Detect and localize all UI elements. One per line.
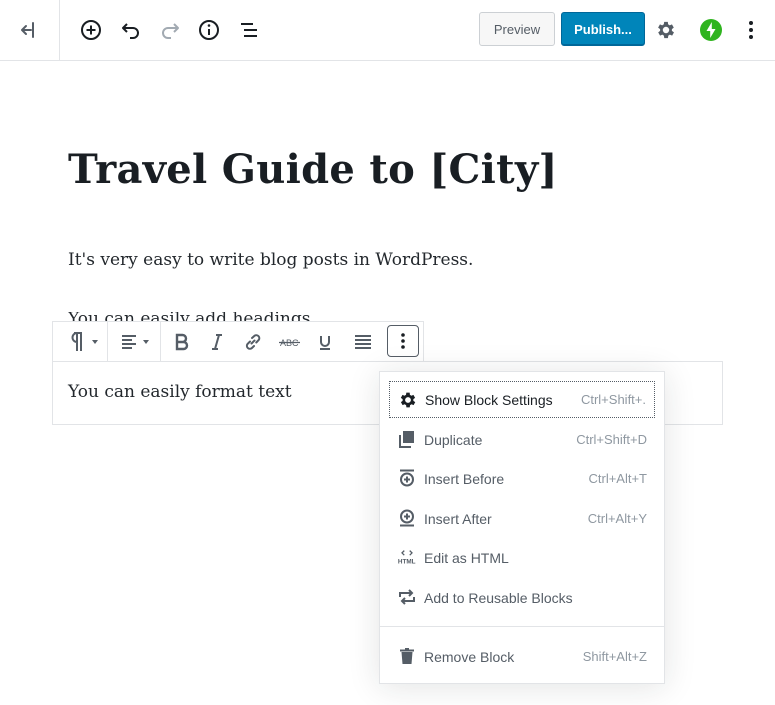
menu-item-edit-as-html[interactable]: HTML Edit as HTML: [389, 539, 655, 576]
block-settings-menu: Show Block Settings Ctrl+Shift+. Duplica…: [379, 371, 665, 684]
duplicate-icon: [397, 429, 417, 449]
menu-item-label: Add to Reusable Blocks: [424, 589, 573, 606]
add-block-icon[interactable]: [73, 12, 109, 48]
link-icon[interactable]: [237, 324, 269, 360]
redo-icon[interactable]: [152, 12, 188, 48]
menu-item-show-block-settings[interactable]: Show Block Settings Ctrl+Shift+.: [389, 381, 655, 418]
bold-icon[interactable]: [165, 324, 197, 360]
menu-item-duplicate[interactable]: Duplicate Ctrl+Shift+D: [389, 421, 655, 458]
menu-item-shortcut: Shift+Alt+Z: [582, 649, 647, 664]
info-icon[interactable]: [191, 12, 227, 48]
menu-item-remove-block[interactable]: Remove Block Shift+Alt+Z: [389, 638, 655, 675]
menu-item-label: Remove Block: [424, 648, 515, 665]
menu-item-label: Edit as HTML: [424, 549, 509, 566]
svg-text:HTML: HTML: [398, 558, 416, 565]
publish-button[interactable]: Publish...: [561, 12, 645, 46]
menu-item-add-to-reusable[interactable]: Add to Reusable Blocks: [389, 579, 655, 616]
preview-button[interactable]: Preview: [479, 12, 555, 46]
editor-header: Preview Publish...: [0, 0, 775, 61]
trash-icon: [397, 646, 417, 666]
undo-icon[interactable]: [113, 12, 149, 48]
menu-item-shortcut: Ctrl+Shift+D: [576, 432, 647, 447]
menu-item-label: Insert After: [424, 510, 492, 527]
strikethrough-icon[interactable]: ABC: [273, 324, 307, 360]
menu-item-shortcut: Ctrl+Alt+Y: [587, 511, 647, 526]
menu-item-label: Show Block Settings: [425, 391, 553, 408]
jetpack-icon[interactable]: [693, 12, 729, 48]
text-align-dropdown[interactable]: [111, 324, 157, 360]
outline-icon[interactable]: [231, 12, 267, 48]
back-icon[interactable]: [10, 12, 46, 48]
menu-item-label: Insert Before: [424, 470, 505, 487]
gear-icon: [398, 390, 418, 410]
paragraph-icon: [71, 332, 98, 351]
insert-before-icon: [397, 468, 417, 488]
align-left-icon: [122, 335, 149, 349]
menu-item-insert-after[interactable]: Insert After Ctrl+Alt+Y: [389, 500, 655, 537]
menu-item-shortcut: Ctrl+Alt+T: [588, 471, 647, 486]
html-icon: HTML: [397, 547, 417, 567]
paragraph-block[interactable]: It's very easy to write blog posts in Wo…: [68, 250, 473, 270]
justify-icon[interactable]: [347, 324, 379, 360]
block-toolbar: ABC: [52, 321, 424, 362]
reusable-icon: [397, 587, 417, 607]
italic-icon[interactable]: [201, 324, 233, 360]
insert-after-icon: [397, 508, 417, 528]
menu-item-shortcut: Ctrl+Shift+.: [580, 392, 646, 407]
settings-gear-icon[interactable]: [648, 12, 684, 48]
header-divider: [59, 0, 60, 60]
menu-item-insert-before[interactable]: Insert Before Ctrl+Alt+T: [389, 460, 655, 497]
more-vertical-icon: [401, 333, 405, 349]
underline-icon[interactable]: [309, 324, 341, 360]
more-vertical-icon[interactable]: [733, 12, 769, 48]
block-type-switcher[interactable]: [59, 324, 105, 360]
menu-divider: [380, 626, 664, 627]
post-title[interactable]: Travel Guide to [City]: [68, 146, 558, 193]
block-more-options-button[interactable]: [387, 325, 419, 357]
menu-item-label: Duplicate: [424, 431, 483, 448]
selected-paragraph-text[interactable]: You can easily format text: [68, 382, 292, 402]
